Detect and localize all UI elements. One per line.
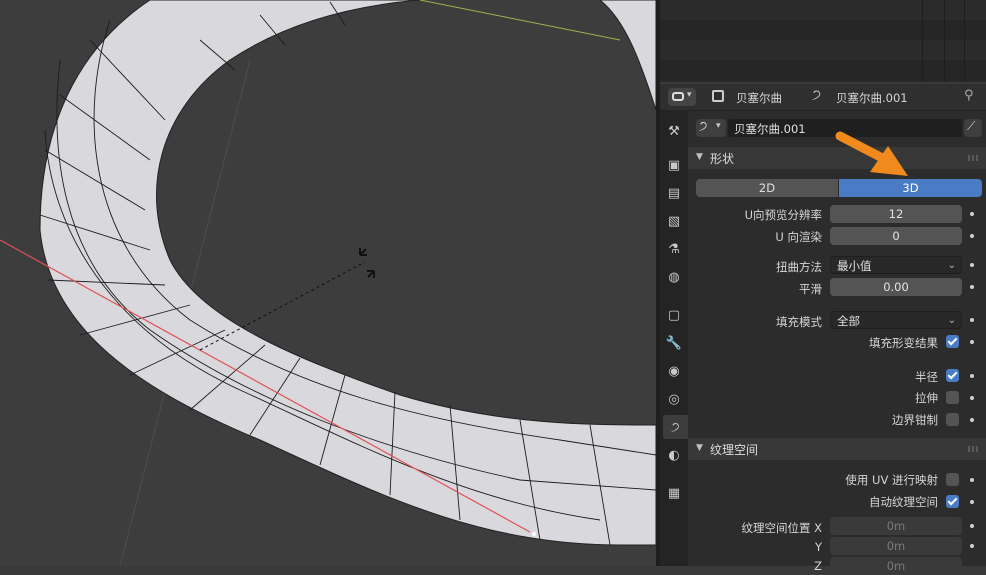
datablock-name-field[interactable]: 贝塞尔曲.001 [728,119,962,137]
material-icon[interactable]: ◐ [662,443,686,467]
texture-space-panel-header[interactable]: ▼ 纹理空间 [688,438,986,460]
editor-type-button[interactable]: ▾ [668,88,696,106]
datablock-type-button[interactable]: ੭ ▾ [696,119,726,137]
keyframe-dot[interactable] [970,396,974,400]
texspace-location-y-field[interactable]: 0m [830,537,962,555]
keyframe-dot[interactable] [970,340,974,344]
keyframe-dot[interactable] [970,285,974,289]
texspace-location-z-field[interactable]: 0m [830,557,962,575]
collapse-triangle-icon: ▼ [696,152,703,162]
curve-edit-icon: ⟋ [967,119,976,133]
toggle-icon [672,92,684,101]
twist-method-dropdown[interactable]: 最小值 ⌄ [830,256,962,274]
keyframe-dot[interactable] [970,500,974,504]
pin-icon[interactable]: ⚲ [964,88,974,103]
auto-texspace-checkbox[interactable] [946,495,959,508]
u-render-field[interactable]: 0 [830,227,962,245]
fake-user-button[interactable]: ⟋ [964,119,982,137]
texspace-location-y-label: Y [814,540,822,554]
fill-deformed-label: 填充形变结果 [869,336,938,350]
radius-checkbox[interactable] [946,369,959,382]
scene-icon[interactable]: ⚗ [662,237,686,261]
smooth-label: 平滑 [799,282,822,296]
shape-panel-header[interactable]: ▼ 形状 [688,147,986,169]
chevron-down-icon: ⌄ [947,315,956,326]
collapse-triangle-icon: ▼ [696,443,703,453]
texspace-location-z-label: Z [814,559,822,573]
stretch-checkbox[interactable] [946,391,959,404]
render-icon[interactable]: ▣ [662,153,686,177]
u-render-label: U 向渲染 [775,230,822,244]
transform-cursor [359,248,375,278]
radius-label: 半径 [915,370,938,384]
tools-icon[interactable]: ⚒ [662,119,686,143]
keyframe-dot[interactable] [970,374,974,378]
modifier-icon[interactable]: 🔧 [662,331,686,355]
texture-space-panel-title: 纹理空间 [710,443,759,457]
keyframe-dot[interactable] [970,318,974,322]
particles-icon[interactable]: ◉ [662,359,686,383]
smooth-field[interactable]: 0.00 [830,278,962,296]
object-icon[interactable]: ▢ [662,303,686,327]
texture-icon[interactable]: ▦ [662,481,686,505]
u-preview-field[interactable]: 12 [830,205,962,223]
dimension-toggle: 2D 3D [696,179,982,197]
properties-content: ੭ ▾ 贝塞尔曲.001 ⟋ ▼ 形状 2D 3D U向预览分辨率 12 U 向… [688,111,986,575]
bounds-clamp-label: 边界钳制 [892,413,938,427]
fill-mode-dropdown[interactable]: 全部 ⌄ [830,311,962,329]
u-preview-label: U向预览分辨率 [744,208,822,222]
properties-header: ▾ 贝塞尔曲 ੭ 贝塞尔曲.001 ⚲ [660,84,986,111]
breadcrumb-data-name[interactable]: 贝塞尔曲.001 [836,90,908,106]
use-uv-label: 使用 UV 进行映射 [845,473,938,487]
keyframe-dot[interactable] [970,524,974,528]
chevron-down-icon: ▾ [687,90,692,100]
fill-deformed-checkbox[interactable] [946,335,959,348]
shape-panel-title: 形状 [710,152,735,166]
keyframe-dot[interactable] [970,478,974,482]
keyframe-dot[interactable] [970,544,974,548]
curve-data-icon: ੭ [699,119,708,134]
output-icon[interactable]: ▤ [662,181,686,205]
bounds-clamp-checkbox[interactable] [946,413,959,426]
curve-mesh [39,0,656,546]
3d-viewport[interactable] [0,0,656,566]
datablock-name: 贝塞尔曲.001 [734,122,806,136]
chevron-down-icon: ▾ [716,121,721,131]
fill-mode-value: 全部 [837,314,860,328]
fill-mode-label: 填充模式 [776,315,822,329]
curve-data-icon: ੭ [812,87,822,103]
keyframe-dot[interactable] [970,212,974,216]
keyframe-dot[interactable] [970,263,974,267]
y-axis-line [419,0,621,41]
keyframe-dot[interactable] [970,234,974,238]
auto-texspace-label: 自动纹理空间 [869,495,938,509]
drag-grip-icon[interactable] [968,155,980,161]
physics-icon[interactable]: ◎ [662,387,686,411]
properties-tab-column: ⚒ ▣ ▤ ▧ ⚗ ◍ ▢ 🔧 ◉ ◎ ੭ ◐ ▦ [660,111,688,566]
twist-method-label: 扭曲方法 [776,260,822,274]
view-layer-icon[interactable]: ▧ [662,209,686,233]
mode-3d-button[interactable]: 3D [839,179,982,197]
world-icon[interactable]: ◍ [662,265,686,289]
twist-method-value: 最小值 [837,259,872,273]
use-uv-checkbox[interactable] [946,473,959,486]
breadcrumb-object-name[interactable]: 贝塞尔曲 [736,90,782,106]
x-axis-line [0,239,531,533]
curve-data-icon[interactable]: ੭ [663,415,688,439]
texspace-location-x-label: 纹理空间位置 X [741,521,822,535]
texspace-location-x-field[interactable]: 0m [830,517,962,535]
object-icon [712,90,724,102]
outliner-area[interactable] [660,0,986,82]
chevron-down-icon: ⌄ [947,260,956,271]
viewport-scene [0,0,656,566]
keyframe-dot[interactable] [970,418,974,422]
properties-editor: ⚒ ▣ ▤ ▧ ⚗ ◍ ▢ 🔧 ◉ ◎ ੭ ◐ ▦ ੭ ▾ 贝塞尔曲.001 ⟋… [660,111,986,575]
mode-2d-button[interactable]: 2D [696,179,838,197]
drag-grip-icon[interactable] [968,446,980,452]
stretch-label: 拉伸 [915,391,938,405]
